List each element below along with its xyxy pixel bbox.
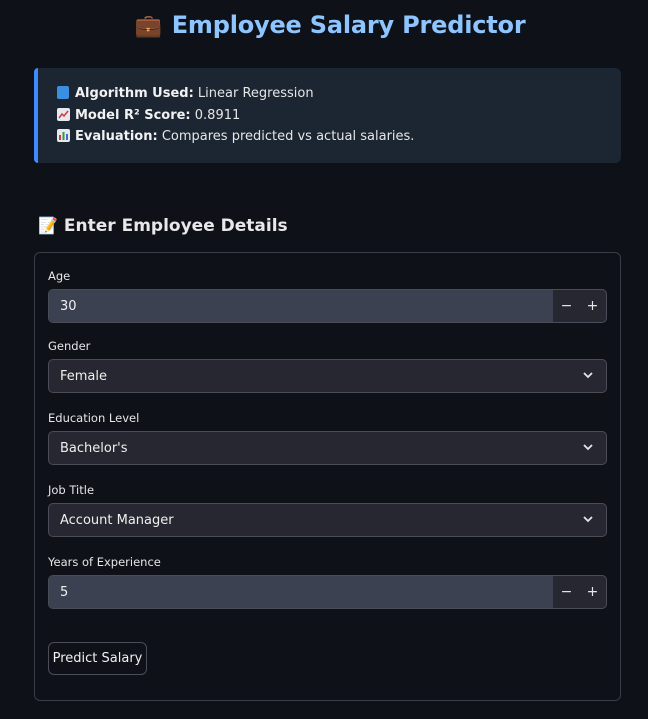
blue-book-icon — [57, 86, 69, 99]
experience-decrement-button[interactable]: − — [553, 576, 580, 608]
algorithm-label: Algorithm Used: — [75, 86, 194, 101]
gender-select[interactable]: Female — [48, 359, 607, 393]
chart-increasing-icon — [57, 108, 70, 121]
score-label: Model R² Score: — [75, 108, 191, 123]
gender-value[interactable]: Female — [60, 369, 107, 384]
section-title: 📝 Enter Employee Details — [38, 216, 288, 236]
chevron-down-icon[interactable] — [582, 443, 594, 451]
education-select[interactable]: Bachelor's — [48, 431, 607, 465]
evaluation-value: Compares predicted vs actual salaries. — [161, 129, 415, 144]
experience-label: Years of Experience — [48, 555, 161, 569]
model-info-box: Algorithm Used: Linear Regression Model … — [34, 68, 621, 163]
age-input[interactable]: 30 − + — [48, 289, 607, 323]
age-value[interactable]: 30 — [60, 299, 77, 314]
bar-chart-icon — [57, 129, 70, 142]
experience-increment-button[interactable]: + — [579, 576, 606, 608]
chevron-down-icon[interactable] — [582, 515, 594, 523]
job-title-label: Job Title — [48, 483, 95, 497]
employee-form: Age 30 − + Gender Female Education Level… — [34, 252, 621, 701]
age-decrement-button[interactable]: − — [553, 290, 580, 322]
age-value-area[interactable] — [49, 290, 554, 322]
age-increment-button[interactable]: + — [579, 290, 606, 322]
memo-icon: 📝 — [38, 216, 58, 235]
score-line: Model R² Score: 0.8911 — [57, 108, 240, 123]
page-title-text: Employee Salary Predictor — [171, 11, 526, 39]
section-title-text: Enter Employee Details — [63, 216, 288, 236]
education-value[interactable]: Bachelor's — [60, 441, 128, 456]
algorithm-value: Linear Regression — [197, 86, 314, 101]
page-title: 💼 Employee Salary Predictor — [0, 11, 648, 39]
experience-input[interactable]: 5 − + — [48, 575, 607, 609]
briefcase-icon: 💼 — [134, 14, 162, 39]
evaluation-line: Evaluation: Compares predicted vs actual… — [57, 129, 414, 144]
job-title-value[interactable]: Account Manager — [60, 513, 174, 528]
job-title-select[interactable]: Account Manager — [48, 503, 607, 537]
chevron-down-icon[interactable] — [582, 371, 594, 379]
experience-value-area[interactable] — [49, 576, 554, 608]
experience-value[interactable]: 5 — [60, 585, 68, 600]
evaluation-label: Evaluation: — [75, 129, 158, 144]
algorithm-line: Algorithm Used: Linear Regression — [57, 86, 314, 101]
predict-salary-button[interactable]: Predict Salary — [48, 642, 147, 675]
gender-label: Gender — [48, 339, 91, 353]
score-value: 0.8911 — [194, 108, 241, 123]
age-label: Age — [48, 269, 71, 283]
info-accent-bar — [34, 68, 38, 163]
education-label: Education Level — [48, 411, 140, 425]
